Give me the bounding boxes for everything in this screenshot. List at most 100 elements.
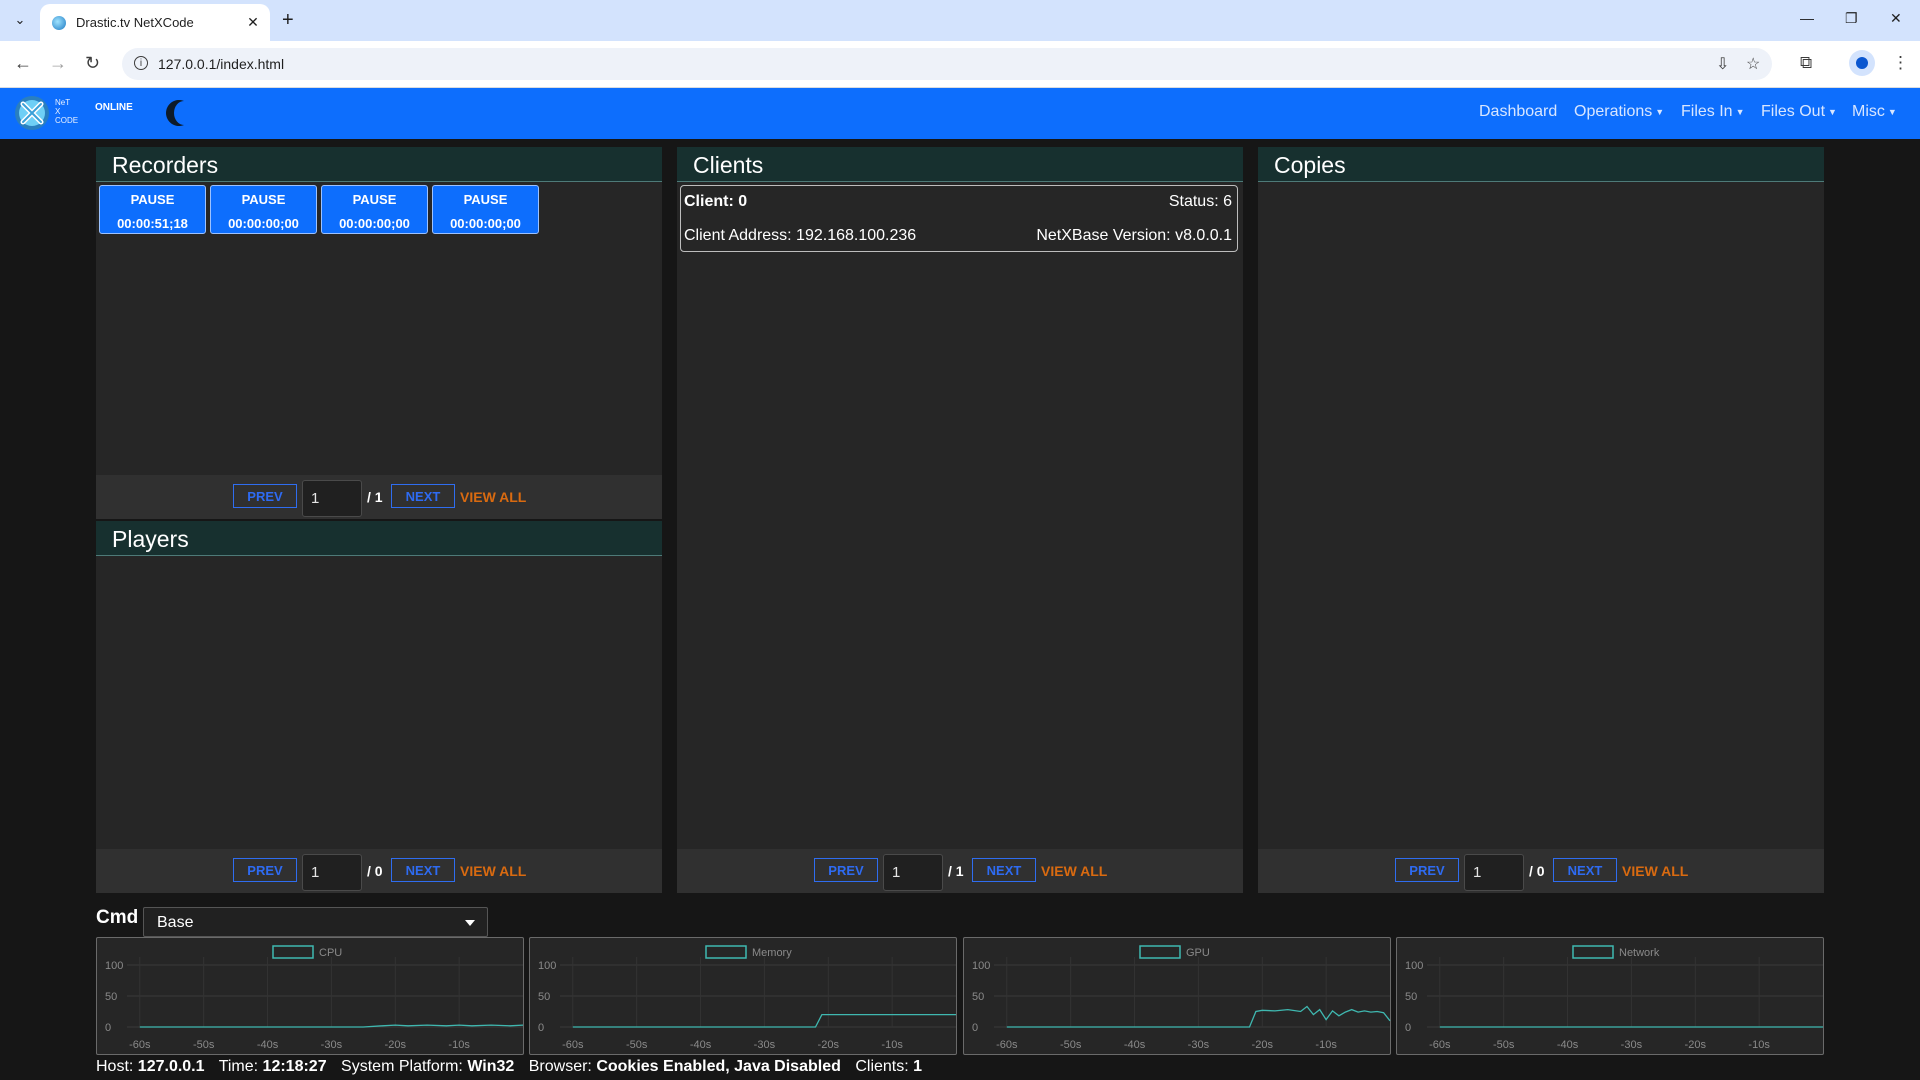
page-input[interactable] [302, 854, 362, 891]
recorder-button-4[interactable]: PAUSE 00:00:00;00 [432, 185, 539, 234]
cmd-select[interactable]: Base [143, 907, 488, 937]
prev-button[interactable]: PREV [233, 484, 297, 508]
tab-close-icon[interactable]: ✕ [242, 14, 264, 31]
legend[interactable]: GPU [1139, 945, 1210, 959]
network-chart-svg: 100 50 0 -60s -50s -40s -30s -20s -10s Network [1405, 945, 1823, 1051]
x-tick-label: -30s [321, 1039, 343, 1051]
browser-menu-kebab-icon[interactable]: ⋮ [1892, 53, 1909, 73]
netxcode-logo-icon[interactable] [14, 95, 50, 131]
y-tick-label: 0 [105, 1022, 111, 1034]
y-tick-label: 50 [972, 991, 984, 1003]
gpu-chart-svg: 100 50 0 -60s -50s -40s -30s -20s -10s GPU [972, 945, 1391, 1051]
next-button[interactable]: NEXT [391, 484, 455, 508]
memory-chart-svg: 100 50 0 -60s -50s -40s -30s -20s -10s Memory [538, 945, 956, 1051]
recorder-button-3[interactable]: PAUSE 00:00:00;00 [321, 185, 428, 234]
y-tick-label: 100 [972, 960, 990, 972]
recorder-timecode: 00:00:00;00 [228, 216, 299, 231]
legend-label: CPU [319, 947, 342, 959]
view-all-link[interactable]: VIEW ALL [1622, 863, 1688, 879]
legend-label: GPU [1186, 947, 1210, 959]
y-tick-label: 100 [1405, 960, 1423, 972]
x-tick-label: -60s [996, 1039, 1018, 1051]
nav-operations-dropdown[interactable]: Operations ▼ [1574, 103, 1664, 121]
cmd-label: Cmd [96, 907, 139, 928]
tab-title: Drastic.tv NetXCode [76, 15, 194, 30]
legend[interactable]: Memory [705, 945, 792, 959]
nav-dashboard[interactable]: Dashboard [1479, 103, 1557, 121]
x-tick-label: -40s [690, 1039, 712, 1051]
tab-search-chevron-icon[interactable]: ⌄ [8, 8, 32, 32]
prev-button[interactable]: PREV [233, 858, 297, 882]
x-tick-label: -40s [1557, 1039, 1579, 1051]
extensions-puzzle-icon[interactable]: ⧉ [1800, 53, 1812, 73]
clients-value: 1 [913, 1058, 923, 1075]
next-button[interactable]: NEXT [1553, 858, 1617, 882]
view-all-link[interactable]: VIEW ALL [460, 863, 526, 879]
install-app-icon[interactable]: ⇩ [1716, 54, 1729, 74]
logo-wordmark: NeT X CODE [55, 98, 79, 125]
x-tick-label: -30s [1188, 1039, 1210, 1051]
next-button[interactable]: NEXT [391, 858, 455, 882]
x-tick-label: -50s [1060, 1039, 1082, 1051]
url-text[interactable]: 127.0.0.1/index.html [158, 56, 284, 72]
tab-favicon-icon [52, 15, 66, 30]
legend-swatch [1572, 945, 1614, 959]
profile-avatar-icon[interactable] [1849, 50, 1875, 76]
y-tick-label: 0 [1405, 1022, 1411, 1034]
players-pager: PREV / 0 NEXT VIEW ALL [96, 849, 662, 893]
y-tick-label: 100 [105, 960, 123, 972]
dropdown-arrow-icon [465, 920, 475, 926]
x-tick-label: -10s [448, 1039, 470, 1051]
platform-value: Win32 [467, 1058, 515, 1075]
address-bar[interactable]: i 127.0.0.1/index.html ⇩ ☆ [122, 48, 1772, 80]
y-tick-label: 50 [1405, 991, 1417, 1003]
next-button[interactable]: NEXT [972, 858, 1036, 882]
prev-button[interactable]: PREV [1395, 858, 1459, 882]
browser-value: Cookies Enabled, Java Disabled [596, 1058, 841, 1075]
page-input[interactable] [1464, 854, 1524, 891]
recorder-button-1[interactable]: PAUSE 00:00:51;18 [99, 185, 206, 234]
cpu-chart: 100 50 0 -60s -50s -40s -30s -20s -10s CPU [96, 937, 524, 1055]
prev-button[interactable]: PREV [814, 858, 878, 882]
clients-header: Clients [677, 147, 1243, 182]
x-tick-label: -60s [129, 1039, 151, 1051]
bookmark-star-icon[interactable]: ☆ [1746, 54, 1760, 74]
new-tab-plus-icon[interactable]: + [282, 8, 294, 32]
view-all-link[interactable]: VIEW ALL [460, 489, 526, 505]
page-input[interactable] [302, 480, 362, 517]
client-card[interactable]: Client: 0 Status: 6 Client Address: 192.… [680, 185, 1238, 252]
legend[interactable]: Network [1572, 945, 1660, 959]
restore-icon[interactable]: ❐ [1845, 10, 1858, 27]
x-tick-label: -10s [881, 1039, 903, 1051]
forward-arrow-icon[interactable]: → [49, 53, 67, 74]
nav-misc-dropdown[interactable]: Misc ▼ [1852, 103, 1897, 121]
status-footer: Host: 127.0.0.1 Time: 12:18:27 System Pl… [96, 1058, 922, 1076]
site-info-icon[interactable]: i [134, 56, 148, 70]
view-all-link[interactable]: VIEW ALL [1041, 863, 1107, 879]
browser-tab[interactable]: Drastic.tv NetXCode ✕ [40, 4, 270, 41]
x-tick-label: -20s [818, 1039, 840, 1051]
back-arrow-icon[interactable]: ← [14, 53, 32, 74]
legend[interactable]: CPU [272, 945, 342, 959]
recorder-button-2[interactable]: PAUSE 00:00:00;00 [210, 185, 317, 234]
page-input[interactable] [883, 854, 943, 891]
y-tick-label: 0 [538, 1022, 544, 1034]
client-address: Client Address: 192.168.100.236 [684, 227, 917, 244]
x-tick-label: -20s [385, 1039, 407, 1051]
clients-pager: PREV / 1 NEXT VIEW ALL [677, 849, 1243, 893]
reload-icon[interactable]: ↻ [85, 53, 100, 74]
gpu-chart: 100 50 0 -60s -50s -40s -30s -20s -10s GPU [963, 937, 1391, 1055]
browser-tab-strip: ⌄ Drastic.tv NetXCode ✕ + — ❐ ✕ [0, 0, 1920, 41]
minimize-icon[interactable]: — [1800, 10, 1814, 26]
recorders-header: Recorders [96, 147, 662, 182]
browser-label: Browser: [528, 1058, 592, 1075]
connection-status: ONLINE [95, 102, 133, 113]
nav-files-out-dropdown[interactable]: Files Out ▼ [1761, 103, 1837, 121]
window-close-icon[interactable]: ✕ [1890, 10, 1902, 27]
caret-down-icon: ▼ [1735, 106, 1745, 117]
caret-down-icon: ▼ [1828, 106, 1837, 117]
nav-files-in-dropdown[interactable]: Files In ▼ [1681, 103, 1745, 121]
dark-mode-moon-icon[interactable] [165, 98, 195, 128]
legend-label: Network [1619, 947, 1660, 959]
client-id: Client: 0 [684, 193, 748, 210]
